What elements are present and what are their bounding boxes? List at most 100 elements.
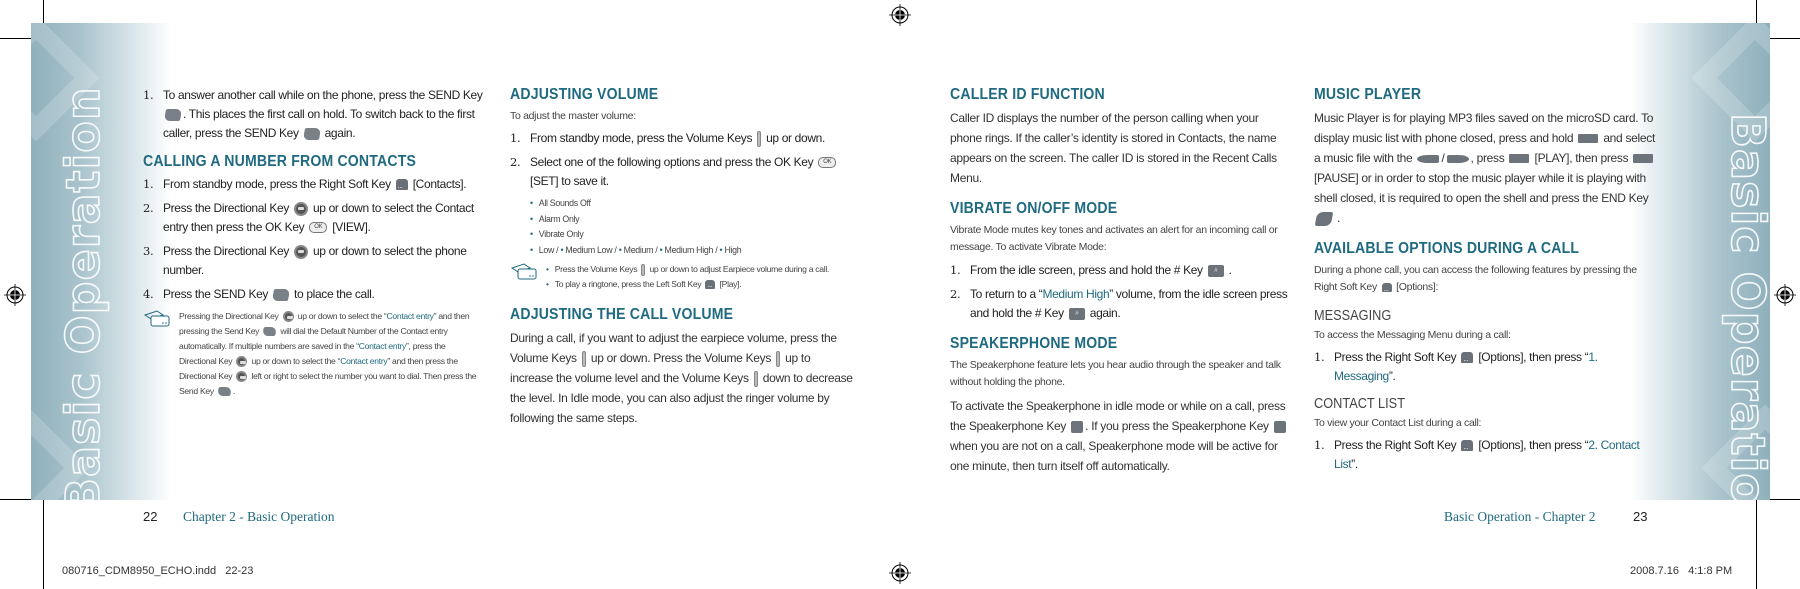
section-intro: Vibrate Mode mutes key tones and activat… [950,224,1278,253]
volume-options: All Sounds Off Alarm Only Vibrate Only L… [530,196,855,258]
note: Press the Volume Keys up or down to adju… [510,262,855,293]
running-head-left: Chapter 2 - Basic Operation [183,509,335,524]
section-heading: SPEAKERPHONE MODE [950,335,1118,352]
music-key-icon [1509,154,1530,164]
step: 1. From standby mode, press the Volume Ke… [510,130,825,147]
ok-key-icon: OK [818,157,837,169]
note-icon [510,263,537,280]
note-item: To play a ringtone, press the Left Soft … [546,277,855,293]
step: 1.Press the Right Soft Key [Options], th… [1314,436,1659,474]
music-key-icon [1578,134,1599,144]
step: 4. Press the SEND Key to place the call. [143,287,375,301]
registration-mark-icon [4,284,26,306]
option-item: All Sounds Off [530,196,855,212]
send-key-icon [163,108,183,121]
soft-key-icon [705,278,716,293]
section-heading: MUSIC PLAYER [1314,86,1422,103]
volume-key-icon [776,350,781,367]
option-item: Vibrate Only [530,227,855,243]
section-heading: VIBRATE ON/OFF MODE [950,200,1118,217]
right-side-key-icon [1446,154,1469,163]
crop-mark [43,0,44,23]
crop-mark [1756,0,1757,23]
soft-key-icon [1381,281,1392,298]
directional-key-icon [236,356,248,368]
left-side-key-icon [1417,154,1440,163]
soft-key-icon [395,177,408,196]
music-key-icon [1633,154,1654,164]
volume-key-icon [581,350,586,367]
hash-key-icon: # [1207,264,1224,277]
note-icon [143,310,170,327]
speakerphone-key-icon [1273,420,1286,433]
section-heading: ADJUSTING VOLUME [510,86,659,103]
contact-list-steps: 1.Press the Right Soft Key [Options], th… [1314,436,1659,474]
crop-mark [1770,499,1800,500]
contacts-steps: 1. From standby mode, press the Right Sof… [143,175,483,304]
step: 1.Press the Right Soft Key [Options], th… [1314,348,1659,386]
step: 2. Select one of the following options an… [510,153,855,191]
right-page-column-2: MUSIC PLAYER Music Player is for playing… [1314,86,1659,479]
option-item: Low / • Medium Low / • Medium / • Medium… [530,243,855,259]
subsection-heading: CONTACT LIST [1314,396,1405,412]
registration-mark-icon [1774,284,1796,306]
volume-key-icon [641,263,646,276]
volume-steps: 1. From standby mode, press the Volume Ke… [510,129,855,191]
directional-key-icon [236,371,248,383]
directional-key-icon [282,311,294,323]
ok-key-icon: OK [309,222,328,234]
band-title: Basic Operation [1720,112,1770,500]
send-key-icon [262,327,278,337]
crop-mark [1756,500,1757,589]
running-head-right: Basic Operation - Chapter 2 [1444,509,1596,524]
band-title: Basic Operation [55,86,111,500]
slug-filename: 080716_CDM8950_ECHO.indd 22-23 [62,565,254,577]
step: 2. To return to a “Medium High” volume, f… [950,287,1288,320]
step: 1. From standby mode, press the Right Sof… [143,175,483,196]
section-body: Music Player is for playing MP3 files sa… [1314,111,1656,226]
section-heading: AVAILABLE OPTIONS DURING A CALL [1314,240,1580,257]
send-key-icon [272,288,291,301]
section-intro: During a phone call, you can access the … [1314,262,1659,298]
vibrate-steps: 1. From the idle screen, press and hold t… [950,261,1290,323]
directional-key-icon [293,244,308,259]
crop-mark [43,500,44,589]
speakerphone-key-icon [1071,420,1084,433]
section-body: During a call, if you want to adjust the… [510,331,853,425]
note-item: Press the Volume Keys up or down to adju… [546,262,855,277]
section-intro: The Speakerphone feature lets you hear a… [950,359,1281,388]
step: 2. Press the Directional Key up or down t… [143,201,474,234]
section-heading: CALLING A NUMBER FROM CONTACTS [143,153,417,170]
section-body: Caller ID displays the number of the per… [950,111,1277,185]
step: 3. Press the Directional Key up or down t… [143,244,467,277]
directional-key-icon [293,201,308,216]
page-number-right: 23 [1633,509,1648,524]
volume-key-icon [753,370,758,387]
section-intro: To adjust the master volume: [510,110,636,122]
right-page-column-1: CALLER ID FUNCTION Caller ID displays th… [950,86,1290,476]
registration-mark-icon [889,562,911,584]
soft-key-icon [1461,438,1474,457]
subsection-intro: To access the Messaging Menu during a ca… [1314,329,1511,341]
note: Pressing the Directional Key up or down … [143,309,483,399]
volume-key-icon [757,130,762,147]
section-heading: ADJUSTING THE CALL VOLUME [510,306,734,323]
page-number-left: 22 [143,509,158,524]
registration-mark-icon [889,4,911,26]
step: 1. To answer another call while on the ph… [143,88,483,140]
crop-mark [1770,38,1800,39]
step: 1. From the idle screen, press and hold t… [950,263,1232,277]
answer-call-steps: 1. To answer another call while on the ph… [143,86,483,143]
send-key-icon [302,127,321,140]
slug-timestamp: 2008.7.16 4:1:8 PM [1630,565,1733,577]
section-heading: CALLER ID FUNCTION [950,86,1105,103]
hash-key-icon: # [1068,307,1085,320]
crop-mark [0,38,31,39]
subsection-heading: MESSAGING [1314,308,1392,324]
subsection-intro: To view your Contact List during a call: [1314,417,1482,429]
left-page-column-1: 1. To answer another call while on the ph… [143,86,483,399]
soft-key-icon [1461,350,1474,369]
section-body: To activate the Speakerphone in idle mod… [950,399,1286,473]
messaging-steps: 1.Press the Right Soft Key [Options], th… [1314,348,1659,386]
left-page-column-2: ADJUSTING VOLUME To adjust the master vo… [510,86,855,428]
